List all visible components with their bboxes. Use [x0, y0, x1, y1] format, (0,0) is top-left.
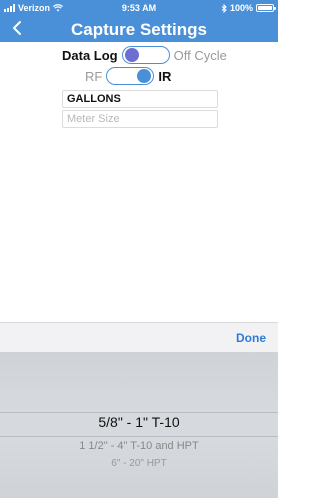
units-field[interactable]: GALLONS: [62, 90, 218, 108]
status-bar: Verizon 9:53 AM 100%: [0, 0, 278, 16]
status-right: 100%: [221, 3, 276, 13]
settings-form: Data Log Off Cycle RF IR GALLONS Meter S…: [0, 42, 278, 322]
app-screen: Verizon 9:53 AM 100% Capture Settings Da…: [0, 0, 278, 498]
page-title: Capture Settings: [70, 20, 208, 39]
data-log-toggle[interactable]: [121, 46, 170, 64]
battery-icon: [256, 4, 276, 12]
rf-label: RF: [85, 68, 103, 84]
battery-percent: 100%: [229, 3, 253, 13]
done-button[interactable]: Done: [236, 331, 266, 345]
picker-selection-top-line: [0, 412, 278, 413]
toggle-knob: [124, 48, 139, 62]
toggle-knob: [137, 69, 152, 83]
off-cycle-label: Off Cycle: [173, 47, 227, 63]
rf-ir-toggle[interactable]: [106, 67, 155, 85]
picker-option[interactable]: 6" - 20" HPT: [0, 458, 278, 469]
data-log-row: Data Log Off Cycle: [62, 46, 227, 64]
rf-ir-row: RF IR: [85, 67, 171, 85]
picker-selection-bottom-line: [0, 436, 278, 437]
picker-option-selected[interactable]: 5/8" - 1" T-10: [0, 414, 278, 430]
meter-size-field[interactable]: Meter Size: [62, 110, 218, 128]
picker-toolbar: Done: [0, 322, 278, 353]
navigation-bar: Capture Settings: [0, 16, 278, 42]
data-log-label: Data Log: [62, 47, 118, 63]
ir-label: IR: [158, 68, 172, 84]
meter-size-picker[interactable]: 5/8" - 1" T-10 1 1/2" - 4" T-10 and HPT …: [0, 352, 278, 498]
picker-option[interactable]: 1 1/2" - 4" T-10 and HPT: [0, 440, 278, 452]
bluetooth-icon: [221, 3, 227, 13]
